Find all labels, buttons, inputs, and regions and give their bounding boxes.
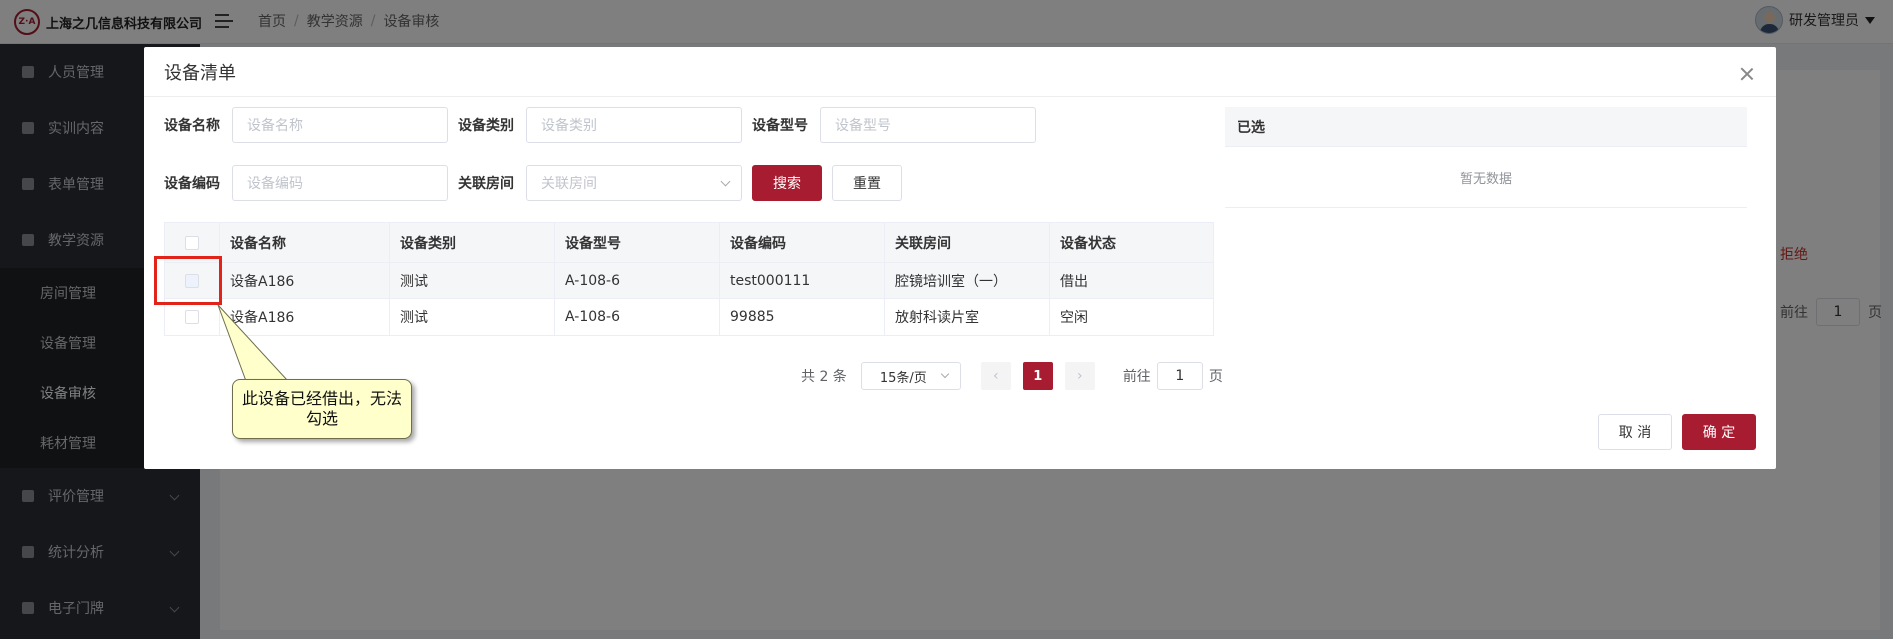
device-name-label: 设备名称 [164,118,220,134]
total-count: 共 2 条 [801,369,847,385]
device-code-label: 设备编码 [164,176,220,192]
select-all-checkbox[interactable] [185,235,199,250]
selected-title: 已选 [1225,107,1747,147]
empty-state: 暂无数据 [1459,171,1512,187]
page-unit-label: 页 [1208,369,1223,385]
chevron-down-icon [720,176,731,187]
dialog-header: 设备清单 [144,47,1776,97]
table-cell: A-108-6 [555,299,720,335]
device-code-input[interactable]: 设备编码 [232,165,448,201]
goto-page-input[interactable]: 1 [1156,362,1203,390]
table-cell: 空闲 [1060,310,1088,326]
column-header: 关联房间 [885,223,1050,262]
dialog-title: 设备清单 [164,62,236,84]
room-select-placeholder: 关联房间 [541,176,597,192]
table-cell: 99885 [720,299,885,335]
cancel-button[interactable]: 取 消 [1598,414,1672,450]
table-cell: 腔镜培训室（一） [885,263,1050,298]
table-cell: 测试 [390,263,555,298]
table-cell: 测试 [390,299,555,335]
column-header: 设备编码 [720,223,885,262]
room-select[interactable]: 关联房间 [526,165,742,201]
page-number-current[interactable]: 1 [1022,362,1053,390]
chevron-down-icon [940,369,950,379]
device-model-label: 设备型号 [752,118,808,134]
device-category-input[interactable]: 设备类别 [526,107,742,143]
column-header: 设备名称 [220,223,390,262]
filter-row-1: 设备名称 设备名称 设备类别 设备类别 设备型号 设备型号 [164,107,1046,143]
search-button[interactable]: 搜索 [752,165,822,201]
device-name-input[interactable]: 设备名称 [232,107,448,143]
room-label: 关联房间 [458,176,514,192]
table-cell: 放射科读片室 [885,299,1050,335]
table-cell: A-108-6 [555,263,720,298]
table-row[interactable]: 设备A186 测试 A-108-6 99885 放射科读片室 空闲 [165,299,1213,335]
page-size-select[interactable]: 15条/页 [860,362,961,390]
highlight-box [154,256,222,305]
device-category-label: 设备类别 [458,118,514,134]
reset-button[interactable]: 重置 [832,165,902,201]
pagination: 共 2 条 15条/页 ‹ 1 › 前往 1 页 [801,362,1223,390]
device-model-input[interactable]: 设备型号 [820,107,1036,143]
close-icon[interactable] [1740,67,1754,81]
table-cell: test000111 [720,263,885,298]
confirm-button[interactable]: 确 定 [1682,414,1756,450]
column-header: 设备状态 [1060,235,1116,252]
device-table: 设备名称 设备类别 设备型号 设备编码 关联房间 设备状态 设备A186 测试 … [164,222,1214,336]
page-size-value: 15条/页 [879,370,927,386]
table-cell: 借出 [1060,273,1088,290]
prev-page-button[interactable]: ‹ [980,362,1011,390]
annotation-callout: 此设备已经借出，无法勾选 [232,379,412,439]
goto-label: 前往 [1122,369,1151,385]
dialog-footer: 取 消 确 定 [1598,414,1756,450]
filter-row-2: 设备编码 设备编码 关联房间 关联房间 搜索 重置 [164,165,902,201]
column-header: 设备型号 [555,223,720,262]
next-page-button[interactable]: › [1064,362,1095,390]
selected-panel: 已选 暂无数据 [1225,107,1747,208]
table-row: 设备A186 测试 A-108-6 test000111 腔镜培训室（一） 借出 [165,263,1213,299]
table-cell: 设备A186 [220,263,390,298]
table-header-row: 设备名称 设备类别 设备型号 设备编码 关联房间 设备状态 [165,223,1213,263]
row-checkbox[interactable] [185,310,199,324]
column-header: 设备类别 [390,223,555,262]
